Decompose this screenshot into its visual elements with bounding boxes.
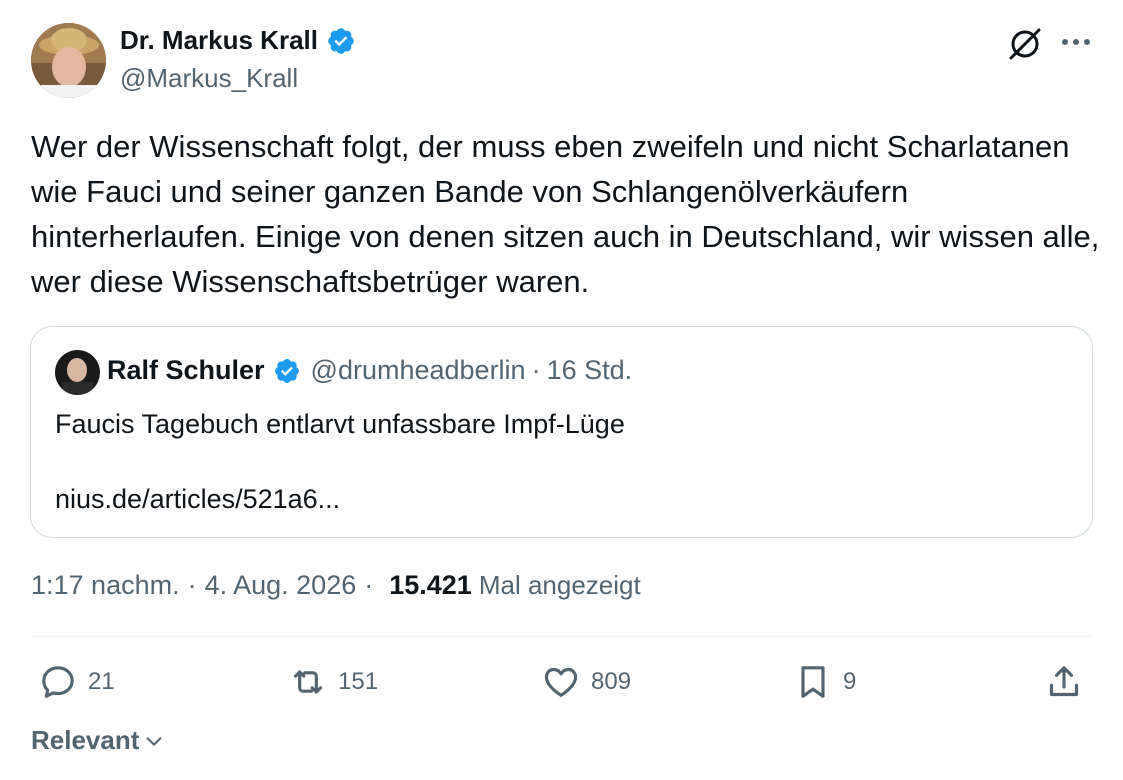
author-handle[interactable]: @Markus_Krall (120, 63, 298, 94)
separator-dot: · (187, 570, 197, 600)
tweet-meta: 1:17 nachm. · 4. Aug. 2026 · 15.421 Mal … (31, 570, 641, 601)
like-count: 809 (591, 668, 632, 695)
verified-badge-icon (274, 358, 299, 383)
reply-count: 21 (88, 668, 115, 695)
tweet-time[interactable]: 1:17 nachm. (31, 570, 180, 601)
like-button[interactable]: 809 (541, 662, 631, 702)
quoted-author-handle[interactable]: @drumheadberlin (311, 355, 526, 386)
tweet-date[interactable]: 4. Aug. 2026 (205, 570, 357, 601)
repost-count: 151 (338, 668, 379, 695)
share-icon (1049, 666, 1079, 697)
reply-button[interactable]: 21 (38, 662, 115, 702)
quoted-tweet[interactable]: Ralf Schuler @drumheadberlin · 16 Std. F… (30, 326, 1093, 538)
heart-icon (544, 667, 578, 697)
quoted-timestamp[interactable]: 16 Std. (547, 355, 633, 386)
repost-icon (293, 670, 323, 694)
view-count-label: Mal angezeigt (478, 570, 641, 600)
tweet-text: Wer der Wissenschaft folgt, der muss ebe… (31, 129, 1100, 299)
quoted-header: Ralf Schuler @drumheadberlin · 16 Std. (107, 355, 632, 386)
separator-dot: · (364, 570, 374, 600)
quoted-author-name[interactable]: Ralf Schuler (107, 355, 265, 386)
author-avatar[interactable] (31, 23, 106, 98)
author-name[interactable]: Dr. Markus Krall (120, 25, 318, 56)
quoted-author-avatar[interactable] (55, 350, 100, 395)
reply-icon (42, 666, 74, 698)
share-button[interactable] (1044, 662, 1084, 702)
author-name-row[interactable]: Dr. Markus Krall (120, 25, 356, 56)
divider (30, 636, 1093, 637)
view-count: 15.421 (389, 570, 472, 600)
bookmark-button[interactable]: 9 (793, 662, 856, 702)
sort-label: Relevant (31, 725, 140, 755)
repost-button[interactable]: 151 (288, 662, 378, 702)
bookmark-icon (801, 666, 825, 698)
more-options-icon[interactable] (1058, 24, 1094, 60)
verified-badge-icon (328, 27, 354, 54)
reply-sort-dropdown[interactable]: Relevant (31, 725, 165, 756)
grok-icon[interactable] (1005, 24, 1045, 64)
quoted-link[interactable]: nius.de/articles/521a6... (55, 480, 340, 518)
chevron-down-icon (146, 736, 162, 746)
bookmark-count: 9 (843, 668, 857, 695)
quoted-text: Faucis Tagebuch entlarvt unfassbare Impf… (55, 409, 625, 439)
separator-dot: · (531, 355, 541, 385)
